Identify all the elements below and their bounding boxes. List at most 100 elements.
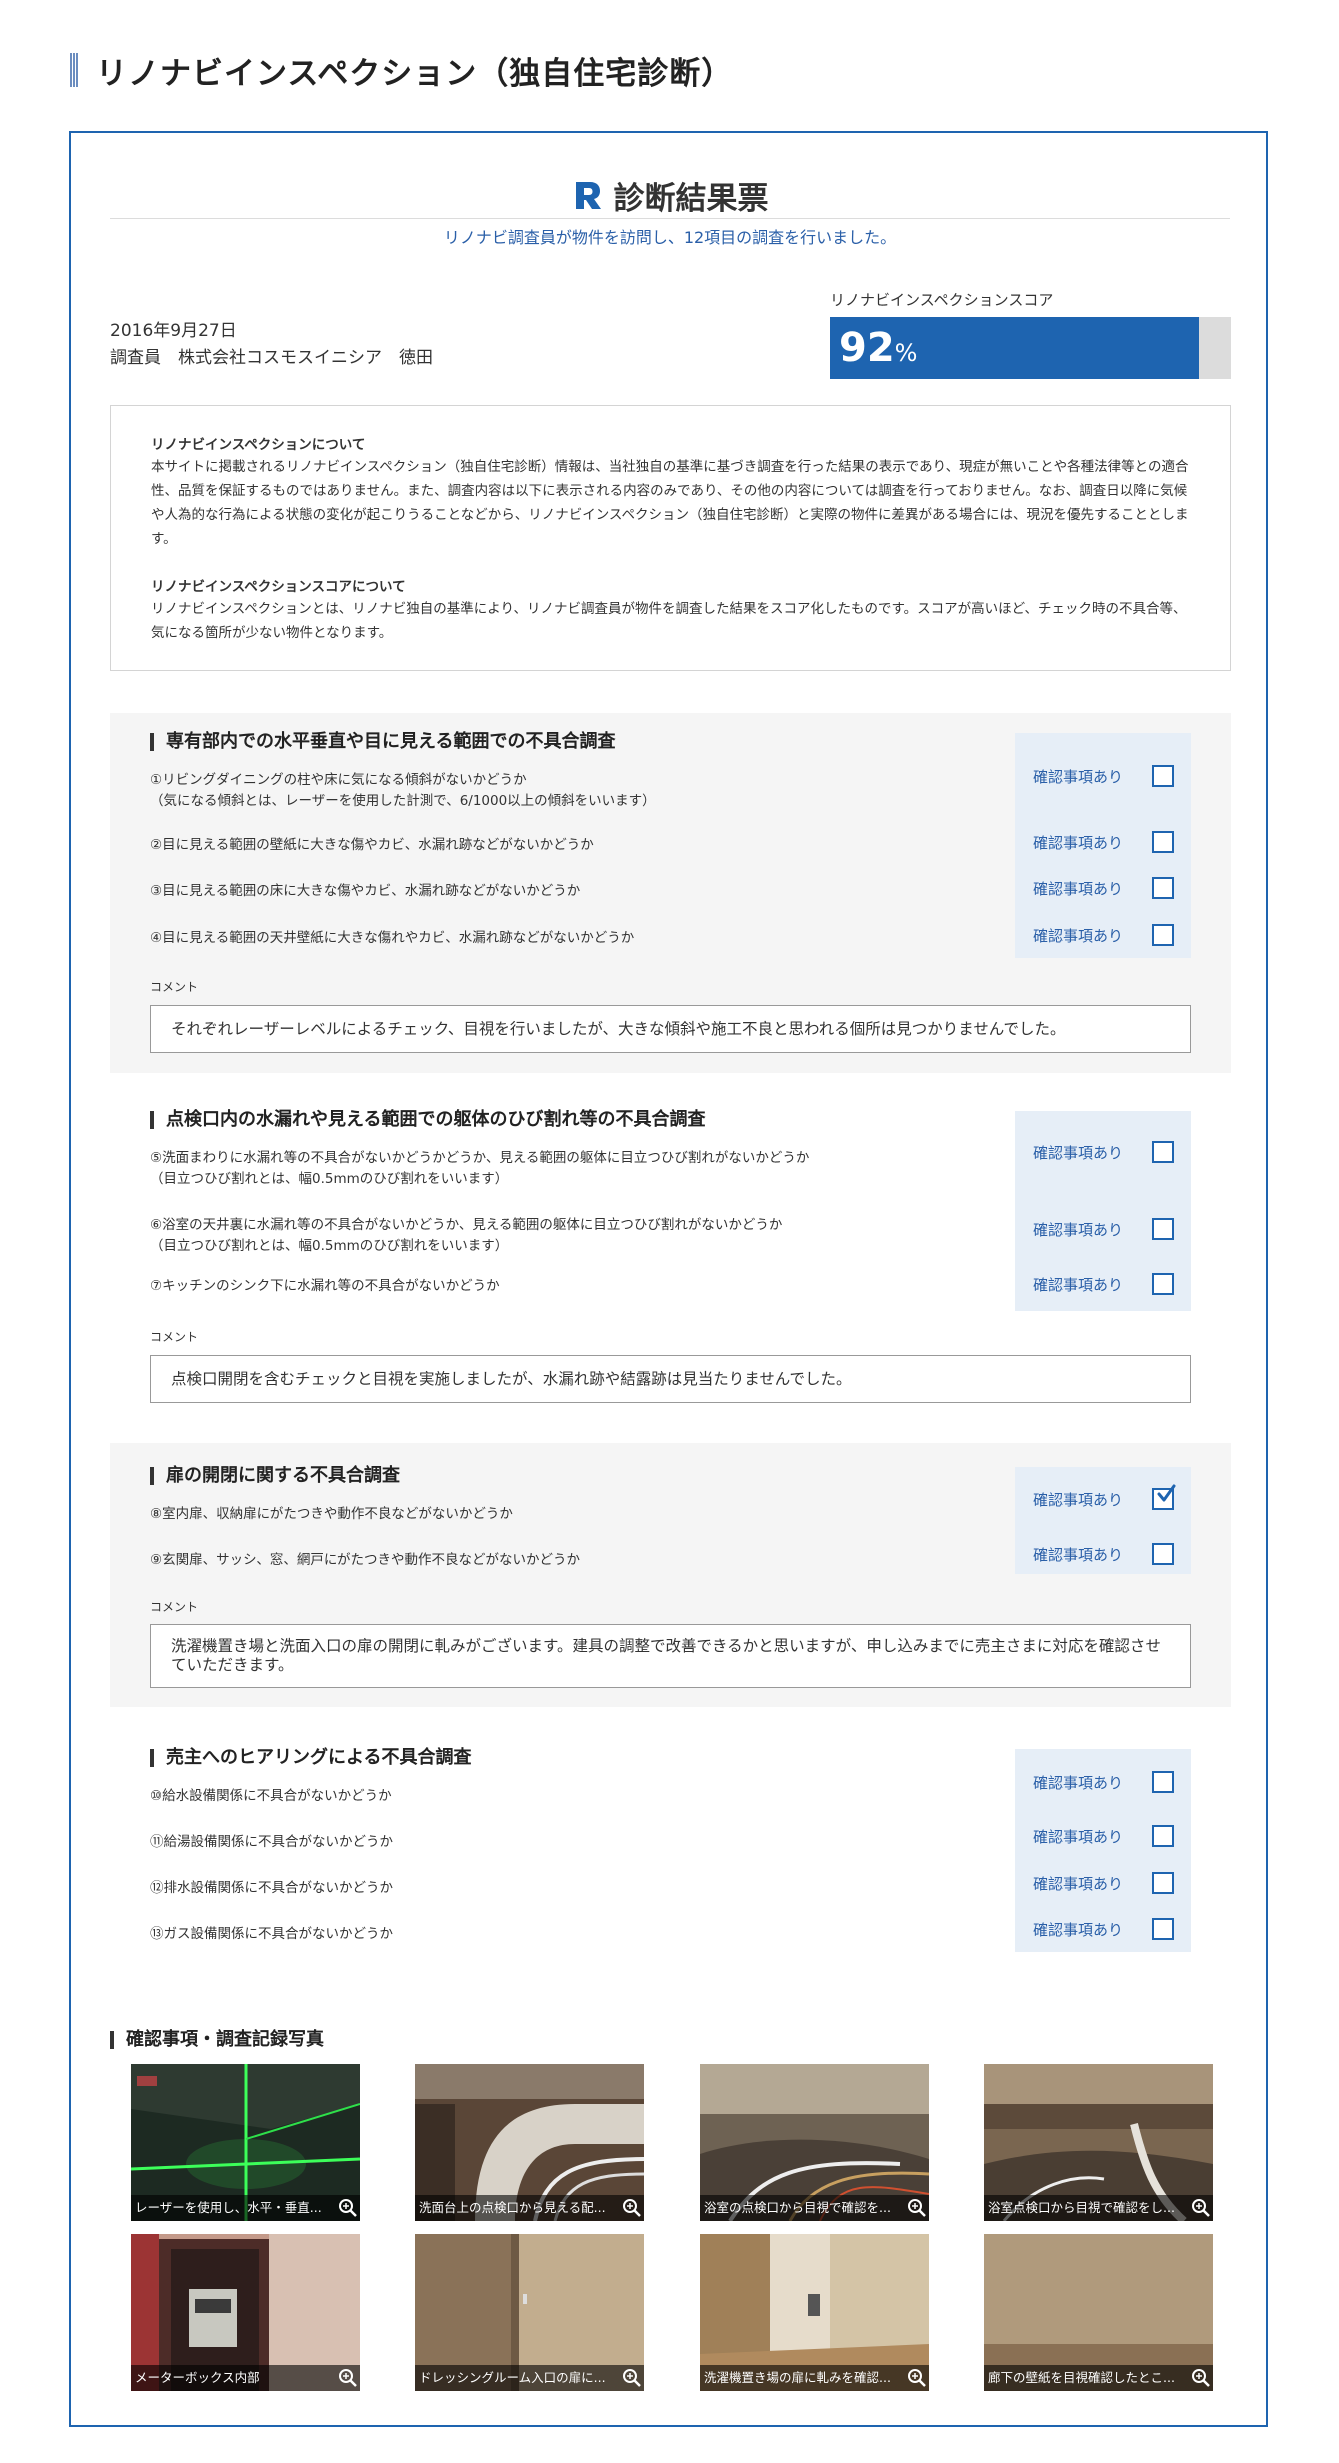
page-title: リノナビインスペクション（独自住宅診断） <box>70 50 734 92</box>
zoom-icon[interactable] <box>622 2198 642 2218</box>
check-item-text: ⑥浴室の天井裏に水漏れ等の不具合がないかどうか、見える範囲の躯体に目立つひび割れ… <box>150 1217 783 1233</box>
comment-box: それぞれレーザーレベルによるチェック、目視を行いましたが、大きな傾斜や施工不良と… <box>150 1005 1191 1053</box>
photo-caption: ドレッシングルーム入口の扉に... <box>415 2365 644 2391</box>
about-box: リノナビインスペクションについて 本サイトに掲載されるリノナビインスペクション（… <box>110 405 1231 671</box>
confirm-checkbox[interactable] <box>1152 1273 1174 1295</box>
confirm-row: 確認事項あり <box>1015 1868 1191 1898</box>
check-item: ②目に見える範囲の壁紙に大きな傷やカビ、水漏れ跡などがないかどうか <box>150 837 594 853</box>
photo-thumbnail[interactable]: 浴室の点検口から目視で確認を... <box>700 2064 929 2221</box>
check-item: ③目に見える範囲の床に大きな傷やカビ、水漏れ跡などがないかどうか <box>150 883 581 899</box>
confirm-checkbox-checked[interactable] <box>1152 1484 1176 1510</box>
check-item: ⑫排水設備関係に不具合がないかどうか <box>150 1880 393 1896</box>
check-item: ⑬ガス設備関係に不具合がないかどうか <box>150 1926 393 1942</box>
photo-caption: 浴室点検口から目視で確認をし... <box>984 2195 1213 2221</box>
check-item: ⑪給湯設備関係に不具合がないかどうか <box>150 1834 393 1850</box>
check-item-text: ⑤洗面まわりに水漏れ等の不具合がないかどうかどうか、見える範囲の躯体に目立つひび… <box>150 1150 810 1166</box>
section-3: 扉の開閉に関する不具合調査 ⑧室内扉、収納扉にがたつきや動作不良などがないかどう… <box>110 1443 1231 1707</box>
check-item: ⑦キッチンのシンク下に水漏れ等の不具合がないかどうか <box>150 1278 500 1294</box>
confirm-label: 確認事項あり <box>1033 1490 1124 1509</box>
renonavi-logo-icon <box>575 182 601 209</box>
photo-caption: レーザーを使用し、水平・垂直... <box>131 2195 360 2221</box>
photo-thumbnail[interactable]: 浴室点検口から目視で確認をし... <box>984 2064 1213 2221</box>
check-item-text: ①リビングダイニングの柱や床に気になる傾斜がないかどうか <box>150 772 527 788</box>
confirm-checkbox[interactable] <box>1152 765 1174 787</box>
confirm-row: 確認事項あり <box>1015 1269 1191 1299</box>
section-title: 点検口内の水漏れや見える範囲での躯体のひび割れ等の不具合調査 <box>150 1111 705 1129</box>
check-item: ⑧室内扉、収納扉にがたつきや動作不良などがないかどうか <box>150 1506 513 1522</box>
check-item: ①リビングダイニングの柱や床に気になる傾斜がないかどうか （気になる傾斜とは、レ… <box>150 770 656 812</box>
confirm-checkbox[interactable] <box>1152 877 1174 899</box>
photo-thumbnail[interactable]: ドレッシングルーム入口の扉に... <box>415 2234 644 2391</box>
photo-thumbnail[interactable]: 廊下の壁紙を目視確認したとこ... <box>984 2234 1213 2391</box>
inspector-name: 調査員 株式会社コスモスイニシア 徳田 <box>110 348 433 368</box>
confirm-row: 確認事項あり <box>1015 1484 1191 1514</box>
photo-caption: 廊下の壁紙を目視確認したとこ... <box>984 2365 1213 2391</box>
confirm-checkbox[interactable] <box>1152 1543 1174 1565</box>
check-item: ⑥浴室の天井裏に水漏れ等の不具合がないかどうか、見える範囲の躯体に目立つひび割れ… <box>150 1215 782 1257</box>
photo-caption: メーターボックス内部 <box>131 2365 360 2391</box>
check-item-note: （気になる傾斜とは、レーザーを使用した計測で、6/1000以上の傾斜をいいます） <box>150 793 656 809</box>
zoom-icon[interactable] <box>1191 2368 1211 2388</box>
check-mark-icon <box>1157 1484 1176 1502</box>
confirm-label: 確認事項あり <box>1033 1920 1124 1939</box>
confirm-label: 確認事項あり <box>1033 1545 1124 1564</box>
comment-label: コメント <box>150 980 199 994</box>
check-item: ⑨玄関扉、サッシ、窓、網戸にがたつきや動作不良などがないかどうか <box>150 1552 581 1568</box>
zoom-icon[interactable] <box>622 2368 642 2388</box>
confirm-checkbox[interactable] <box>1152 831 1174 853</box>
photo-thumbnail[interactable]: 洗面台上の点検口から見える配... <box>415 2064 644 2221</box>
confirm-checkbox[interactable] <box>1152 924 1174 946</box>
comment-box: 点検口開閉を含むチェックと目視を実施しましたが、水漏れ跡や結露跡は見当たりません… <box>150 1355 1191 1403</box>
inspection-date: 2016年9月27日 <box>110 321 237 341</box>
photo-caption: 洗濯機置き場の扉に軋みを確認... <box>700 2365 929 2391</box>
page-title-text: リノナビインスペクション（独自住宅診断） <box>96 55 734 92</box>
zoom-icon[interactable] <box>338 2368 358 2388</box>
confirm-checkbox[interactable] <box>1152 1141 1174 1163</box>
photo-thumbnail[interactable]: レーザーを使用し、水平・垂直... <box>131 2064 360 2221</box>
confirm-label: 確認事項あり <box>1033 1143 1124 1162</box>
confirm-label: 確認事項あり <box>1033 1827 1124 1846</box>
check-item: ⑩給水設備関係に不具合がないかどうか <box>150 1788 392 1804</box>
confirm-row: 確認事項あり <box>1015 1821 1191 1851</box>
confirm-row: 確認事項あり <box>1015 1539 1191 1569</box>
title-accent-bar <box>70 53 78 87</box>
section-title: 専有部内での水平垂直や目に見える範囲での不具合調査 <box>150 733 615 751</box>
section-title: 扉の開閉に関する不具合調査 <box>150 1467 400 1485</box>
result-header: 診断結果票 <box>110 172 1230 218</box>
comment-label: コメント <box>150 1330 199 1344</box>
section-4: 売主へのヒアリングによる不具合調査 ⑩給水設備関係に不具合がないかどうか 確認事… <box>110 1727 1231 1967</box>
check-item: ⑤洗面まわりに水漏れ等の不具合がないかどうかどうか、見える範囲の躯体に目立つひび… <box>150 1148 809 1190</box>
section-1: 専有部内での水平垂直や目に見える範囲での不具合調査 ①リビングダイニングの柱や床… <box>110 713 1231 1073</box>
score-value: 92 <box>839 325 895 371</box>
confirm-label: 確認事項あり <box>1033 1220 1124 1239</box>
photo-caption: 洗面台上の点検口から見える配... <box>415 2195 644 2221</box>
photo-caption: 浴室の点検口から目視で確認を... <box>700 2195 929 2221</box>
zoom-icon[interactable] <box>907 2368 927 2388</box>
confirm-checkbox[interactable] <box>1152 1218 1174 1240</box>
zoom-icon[interactable] <box>338 2198 358 2218</box>
section-title: 売主へのヒアリングによる不具合調査 <box>150 1749 471 1767</box>
confirm-label: 確認事項あり <box>1033 1773 1124 1792</box>
divider <box>110 218 1230 219</box>
check-item: ④目に見える範囲の天井壁紙に大きな傷れやカビ、水漏れ跡などがないかどうか <box>150 930 635 946</box>
comment-label: コメント <box>150 1600 199 1614</box>
confirm-row: 確認事項あり <box>1015 1914 1191 1944</box>
confirm-row: 確認事項あり <box>1015 873 1191 903</box>
photo-thumbnail[interactable]: メーターボックス内部 <box>131 2234 360 2391</box>
confirm-label: 確認事項あり <box>1033 767 1124 786</box>
confirm-checkbox[interactable] <box>1152 1872 1174 1894</box>
photo-thumbnail[interactable]: 洗濯機置き場の扉に軋みを確認... <box>700 2234 929 2391</box>
confirm-label: 確認事項あり <box>1033 833 1124 852</box>
section-2: 点検口内の水漏れや見える範囲での躯体のひび割れ等の不具合調査 ⑤洗面まわりに水漏… <box>110 1093 1231 1423</box>
confirm-checkbox[interactable] <box>1152 1825 1174 1847</box>
comment-box: 洗濯機置き場と洗面入口の扉の開閉に軋みがございます。建具の調整で改善できるかと思… <box>150 1624 1191 1688</box>
confirm-checkbox[interactable] <box>1152 1918 1174 1940</box>
score-unit: % <box>894 339 918 367</box>
inspection-info: 2016年9月27日 調査員 株式会社コスモスイニシア 徳田 <box>110 318 433 372</box>
photos-heading: 確認事項・調査記録写真 <box>110 2031 324 2049</box>
zoom-icon[interactable] <box>1191 2198 1211 2218</box>
zoom-icon[interactable] <box>907 2198 927 2218</box>
confirm-row: 確認事項あり <box>1015 1214 1191 1244</box>
confirm-checkbox[interactable] <box>1152 1771 1174 1793</box>
score-bar: 92 % <box>830 317 1231 379</box>
